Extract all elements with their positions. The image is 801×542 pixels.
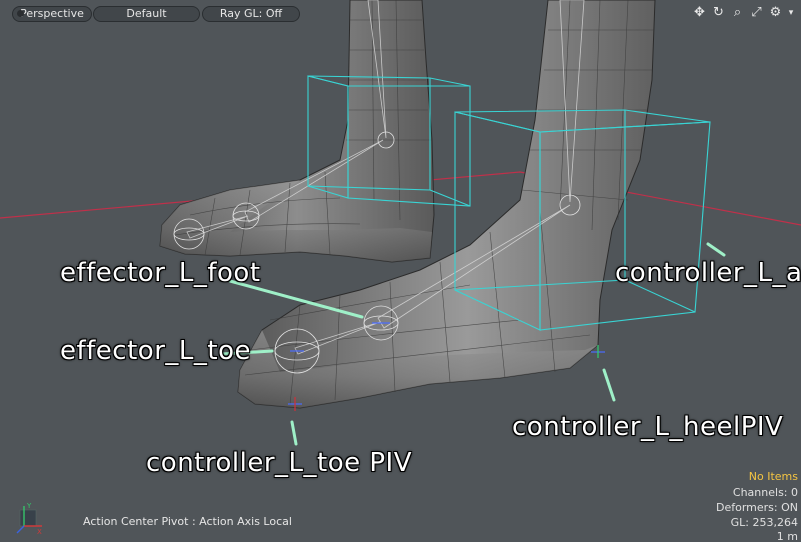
label-controller-L-ankle: controller_L_ankle: [615, 258, 801, 288]
shading-dropdown[interactable]: Default: [93, 6, 200, 22]
channels-count: Channels: 0: [732, 486, 798, 499]
grid-unit: 1 m: [776, 530, 798, 542]
left-foot-mesh: [159, 0, 435, 263]
viewport-toolbar: Perspective Default Ray GL: Off ✥ ↻ ⌕ ⤢ …: [0, 0, 801, 26]
viewport-nav-icons: ✥ ↻ ⌕ ⤢ ⚙ ▾: [692, 5, 795, 21]
label-controller-L-toe-piv: controller_L_toe PIV: [146, 448, 413, 478]
axis-x-label: X: [37, 528, 42, 536]
raygl-label: Ray GL: Off: [219, 7, 283, 20]
raygl-toggle[interactable]: Ray GL: Off: [202, 6, 300, 22]
axis-gizmo: Y X: [16, 502, 42, 536]
label-controller-L-heel-piv: controller_L_heelPIV: [512, 412, 784, 442]
deformers-status: Deformers: ON: [716, 501, 798, 514]
shading-label: Default: [126, 7, 167, 20]
fit-view-icon[interactable]: ⤢: [749, 5, 764, 21]
move-view-icon[interactable]: ✥: [692, 5, 707, 21]
view-mode-dropdown[interactable]: Perspective: [12, 6, 92, 22]
view-mode-icon: [17, 10, 24, 17]
view-mode-label: Perspective: [20, 7, 84, 20]
label-effector-L-foot: effector_L_foot: [60, 258, 261, 288]
axis-y-label: Y: [26, 502, 32, 510]
label-effector-L-toe: effector_L_toe: [60, 336, 251, 366]
action-center-status: Action Center Pivot : Action Axis Local: [83, 515, 292, 528]
view-options-gear-icon[interactable]: ⚙: [768, 5, 783, 21]
rotate-view-icon[interactable]: ↻: [711, 5, 726, 21]
zoom-view-icon[interactable]: ⌕: [730, 5, 745, 21]
3d-viewport[interactable]: Perspective Default Ray GL: Off ✥ ↻ ⌕ ⤢ …: [0, 0, 801, 542]
gl-polycount: GL: 253,264: [730, 516, 798, 529]
selection-status: No Items: [748, 470, 798, 483]
chevron-down-icon[interactable]: ▾: [787, 5, 795, 21]
